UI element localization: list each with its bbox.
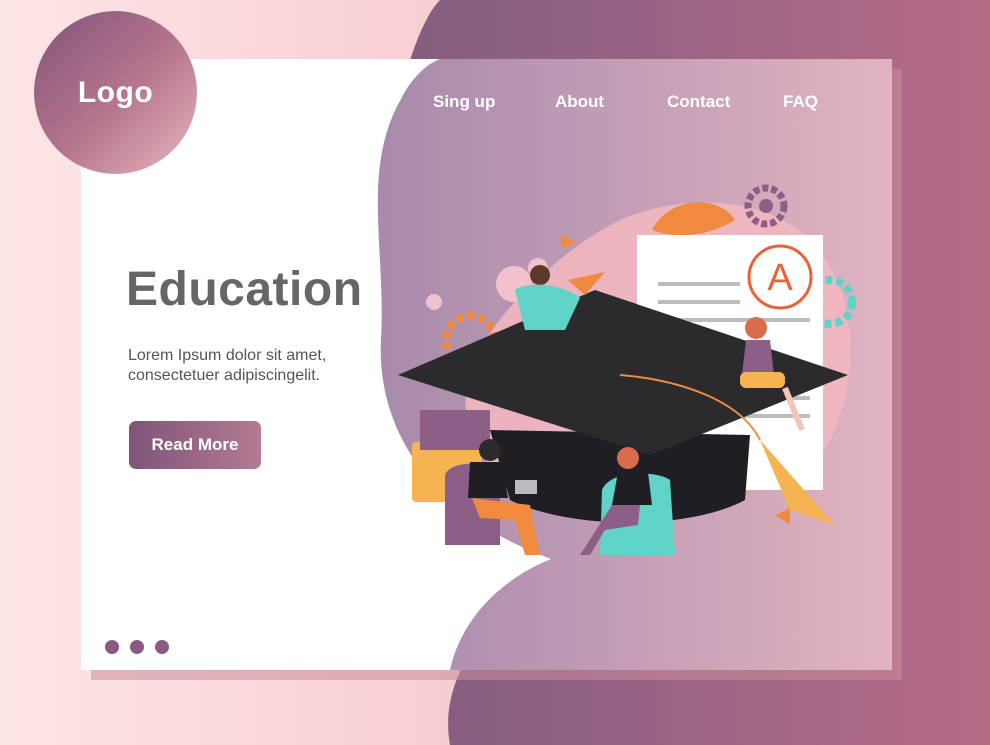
logo[interactable]: Logo [78, 76, 153, 110]
hero-description: Lorem Ipsum dolor sit amet, consectetuer… [128, 346, 388, 386]
education-illustration: A [398, 184, 856, 555]
nav-sign-up[interactable]: Sing up [433, 92, 495, 112]
pagination-dot[interactable] [155, 640, 169, 654]
nav-faq[interactable]: FAQ [783, 92, 818, 112]
nav-contact[interactable]: Contact [667, 92, 730, 112]
read-more-button[interactable]: Read More [129, 421, 261, 469]
pagination-dot[interactable] [130, 640, 144, 654]
certificate-grade: A [767, 257, 793, 299]
hero-description-line: consectetuer adipiscingelit. [128, 367, 321, 384]
page-title: Education [126, 263, 363, 316]
pagination-dot[interactable] [105, 640, 119, 654]
nav-about[interactable]: About [555, 92, 604, 112]
pagination-dots [105, 640, 169, 654]
logo-circle[interactable]: Logo [34, 11, 197, 174]
landing-card: Education Lorem Ipsum dolor sit amet, co… [81, 59, 892, 670]
hero-description-line: Lorem Ipsum dolor sit amet, [128, 347, 327, 364]
